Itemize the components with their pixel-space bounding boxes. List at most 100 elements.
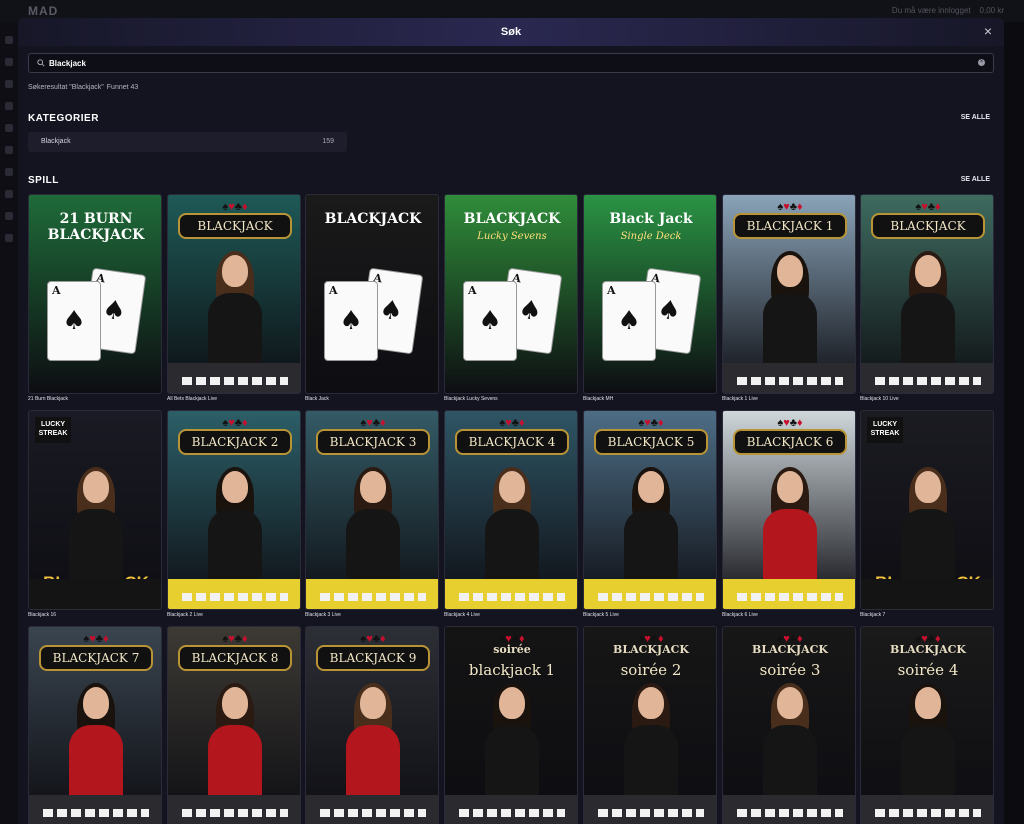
game-thumbnail[interactable]: ♠♥♣♦ BLACKJACK 3 [305, 410, 439, 610]
card-suits-icon: ♠♥♣♦ [360, 417, 386, 429]
category-item-blackjack[interactable]: Blackjack 159 [28, 132, 347, 152]
game-art-title: BLACKJACK 9 [316, 645, 430, 671]
cards-row [737, 809, 843, 817]
card-suits-icon: ♠♥♣♦ [360, 633, 386, 645]
game-tile[interactable]: Black Jack Single Deck A ♠ A ♠ Blackjack MH [583, 194, 717, 402]
dealer-figure [69, 683, 123, 801]
category-count: 159 [322, 138, 334, 145]
game-art-subtitle: Single Deck [620, 231, 682, 242]
game-tile[interactable]: ♠♥♣♦BLACKJACK 9Blackjack 9 Live [305, 626, 439, 824]
game-thumbnail[interactable]: ♠♥♣♦ BLACKJACK 6 [722, 410, 856, 610]
game-thumbnail[interactable]: ♠♥♣♦ BLACKJACK soirée 2 [583, 626, 717, 824]
game-thumbnail[interactable]: LUCKY STREAKBLACKJACK [28, 410, 162, 610]
rail-icon[interactable] [5, 124, 13, 132]
game-thumbnail[interactable]: ♠♥♣♦ soirée blackjack 1 [444, 626, 578, 824]
rail-icon[interactable] [5, 58, 13, 66]
game-thumbnail[interactable]: ♠♥♣♦ BLACKJACK 9 [305, 626, 439, 824]
game-art-title: BLACKJACK [752, 643, 828, 656]
rail-icon[interactable] [5, 168, 13, 176]
category-name: Blackjack [41, 138, 71, 145]
game-title: Blackjack 5 Live [583, 612, 619, 618]
card-suits-icon: ♠♥♣♦ [222, 633, 248, 645]
game-thumbnail[interactable]: ♠♥♣♦ BLACKJACK soirée 4 [860, 626, 994, 824]
dealer-figure [485, 683, 539, 801]
game-art-title: BLACKJACK 2 [178, 429, 292, 455]
dealer-figure [346, 467, 400, 585]
game-tile[interactable]: ♠♥♣♦ BLACKJACK Blackjack 10 Live [860, 194, 994, 402]
ace-of-spades-icon: A ♠ [602, 281, 656, 361]
game-thumbnail[interactable]: ♠♥♣♦ BLACKJACK soirée 3 [722, 626, 856, 824]
game-tile[interactable]: ♠♥♣♦BLACKJACK 8Blackjack 8 Live [167, 626, 301, 824]
table-surface [861, 579, 993, 609]
card-suits-icon: ♠♥♣♦ [777, 201, 803, 213]
game-thumbnail[interactable]: BLACKJACK Lucky Sevens A ♠ A ♠ [444, 194, 578, 394]
game-tile[interactable]: ♠♥♣♦BLACKJACK 7Blackjack 7 Live [28, 626, 162, 824]
rail-icon[interactable] [5, 234, 13, 242]
game-thumbnail[interactable]: Black Jack Single Deck A ♠ A ♠ [583, 194, 717, 394]
dealer-figure [901, 251, 955, 369]
dealer-figure [208, 467, 262, 585]
card-suits-icon: ♠♥♣♦ [499, 417, 525, 429]
dealer-figure [763, 683, 817, 801]
game-tile[interactable]: LUCKY STREAKBLACKJACK Blackjack 7 [860, 410, 994, 618]
rail-icon[interactable] [5, 36, 13, 44]
game-tile[interactable]: ♠♥♣♦ BLACKJACK 5 Blackjack 5 Live [583, 410, 717, 618]
modal-header: Søk × [18, 18, 1004, 46]
game-tile[interactable]: BLACKJACK Lucky Sevens A ♠ A ♠ Blackjack Lucky… [444, 194, 578, 402]
game-tile[interactable]: ♠♥♣♦ BLACKJACK 6 Blackjack 6 Live [722, 410, 856, 618]
game-thumbnail[interactable]: LUCKY STREAKBLACKJACK [860, 410, 994, 610]
games-heading: SPILL [28, 175, 59, 186]
game-tile[interactable]: ♠♥♣♦BLACKJACKsoirée 2Soirée Blackjack 2 [583, 626, 717, 824]
ace-of-spades-icon: A ♠ [463, 281, 517, 361]
game-tile[interactable]: ♠♥♣♦ BLACKJACK 2 Blackjack 2 Live [167, 410, 301, 618]
game-title: Blackjack MH [583, 396, 614, 402]
game-thumbnail[interactable]: BLACKJACK A ♠ A ♠ [305, 194, 439, 394]
rail-icon[interactable] [5, 80, 13, 88]
rail-icon[interactable] [5, 190, 13, 198]
game-tile[interactable]: ♠♥♣♦ BLACKJACK All Bets Blackjack Live [167, 194, 301, 402]
game-art-title: soirée [493, 643, 531, 656]
site-logo[interactable]: MAD [28, 4, 58, 18]
game-thumbnail[interactable]: ♠♥♣♦ BLACKJACK 7 [28, 626, 162, 824]
game-title: Blackjack 6 Live [722, 612, 758, 618]
rail-icon[interactable] [5, 212, 13, 220]
categories-see-all-link[interactable]: SE ALLE [961, 114, 990, 121]
ace-of-spades-icon: A ♠ [324, 281, 378, 361]
dealer-figure [901, 467, 955, 585]
game-art-title: BLACKJACK [613, 643, 689, 656]
game-tile[interactable]: ♠♥♣♦soiréeblackjack 1Soirée Blackjack 1 [444, 626, 578, 824]
game-thumbnail[interactable]: ♠♥♣♦ BLACKJACK 5 [583, 410, 717, 610]
rail-icon[interactable] [5, 146, 13, 154]
game-tile[interactable]: ♠♥♣♦ BLACKJACK 1 Blackjack 1 Live [722, 194, 856, 402]
game-art-title: BLACKJACK 4 [455, 429, 569, 455]
game-art-subtitle: soirée 2 [620, 661, 682, 679]
game-thumbnail[interactable]: ♠♥♣♦ BLACKJACK [860, 194, 994, 394]
search-box[interactable]: × [28, 53, 994, 73]
game-tile[interactable]: 21 BURN BLACKJACK A ♠ A ♠ 21 Burn Blackjack [28, 194, 162, 402]
game-art-title: BLACKJACK [324, 211, 422, 227]
game-title: Blackjack Lucky Sevens [444, 396, 498, 402]
game-tile[interactable]: BLACKJACK A ♠ A ♠ Black Jack [305, 194, 439, 402]
provider-badge: LUCKY STREAK [35, 417, 71, 443]
game-thumbnail[interactable]: ♠♥♣♦ BLACKJACK 2 [167, 410, 301, 610]
game-tile[interactable]: ♠♥♣♦BLACKJACKsoirée 3Soirée Blackjack 3 [722, 626, 856, 824]
game-tile[interactable]: ♠♥♣♦ BLACKJACK 3 Blackjack 3 Live [305, 410, 439, 618]
game-thumbnail[interactable]: 21 BURN BLACKJACK A ♠ A ♠ [28, 194, 162, 394]
rail-icon[interactable] [5, 102, 13, 110]
search-input[interactable] [49, 54, 949, 72]
game-tile[interactable]: ♠♥♣♦ BLACKJACK 4 Blackjack 4 Live [444, 410, 578, 618]
game-thumbnail[interactable]: ♠♥♣♦ BLACKJACK 1 [722, 194, 856, 394]
clear-search-icon[interactable]: × [978, 59, 985, 66]
game-thumbnail[interactable]: ♠♥♣♦ BLACKJACK [167, 194, 301, 394]
games-see-all-link[interactable]: SE ALLE [961, 176, 990, 183]
game-thumbnail[interactable]: ♠♥♣♦ BLACKJACK 8 [167, 626, 301, 824]
game-tile[interactable]: ♠♥♣♦BLACKJACKsoirée 4Soirée Blackjack 4 [860, 626, 994, 824]
game-tile[interactable]: LUCKY STREAKBLACKJACK Blackjack 16 [28, 410, 162, 618]
close-button[interactable]: × [980, 23, 996, 39]
cards-row [598, 593, 704, 601]
game-title: Blackjack 1 Live [722, 396, 758, 402]
game-thumbnail[interactable]: ♠♥♣♦ BLACKJACK 4 [444, 410, 578, 610]
card-suits-icon: ♠♥♣♦ [638, 417, 664, 429]
card-suits-icon: ♠♥♣♦ [83, 633, 109, 645]
dealer-figure [763, 467, 817, 585]
